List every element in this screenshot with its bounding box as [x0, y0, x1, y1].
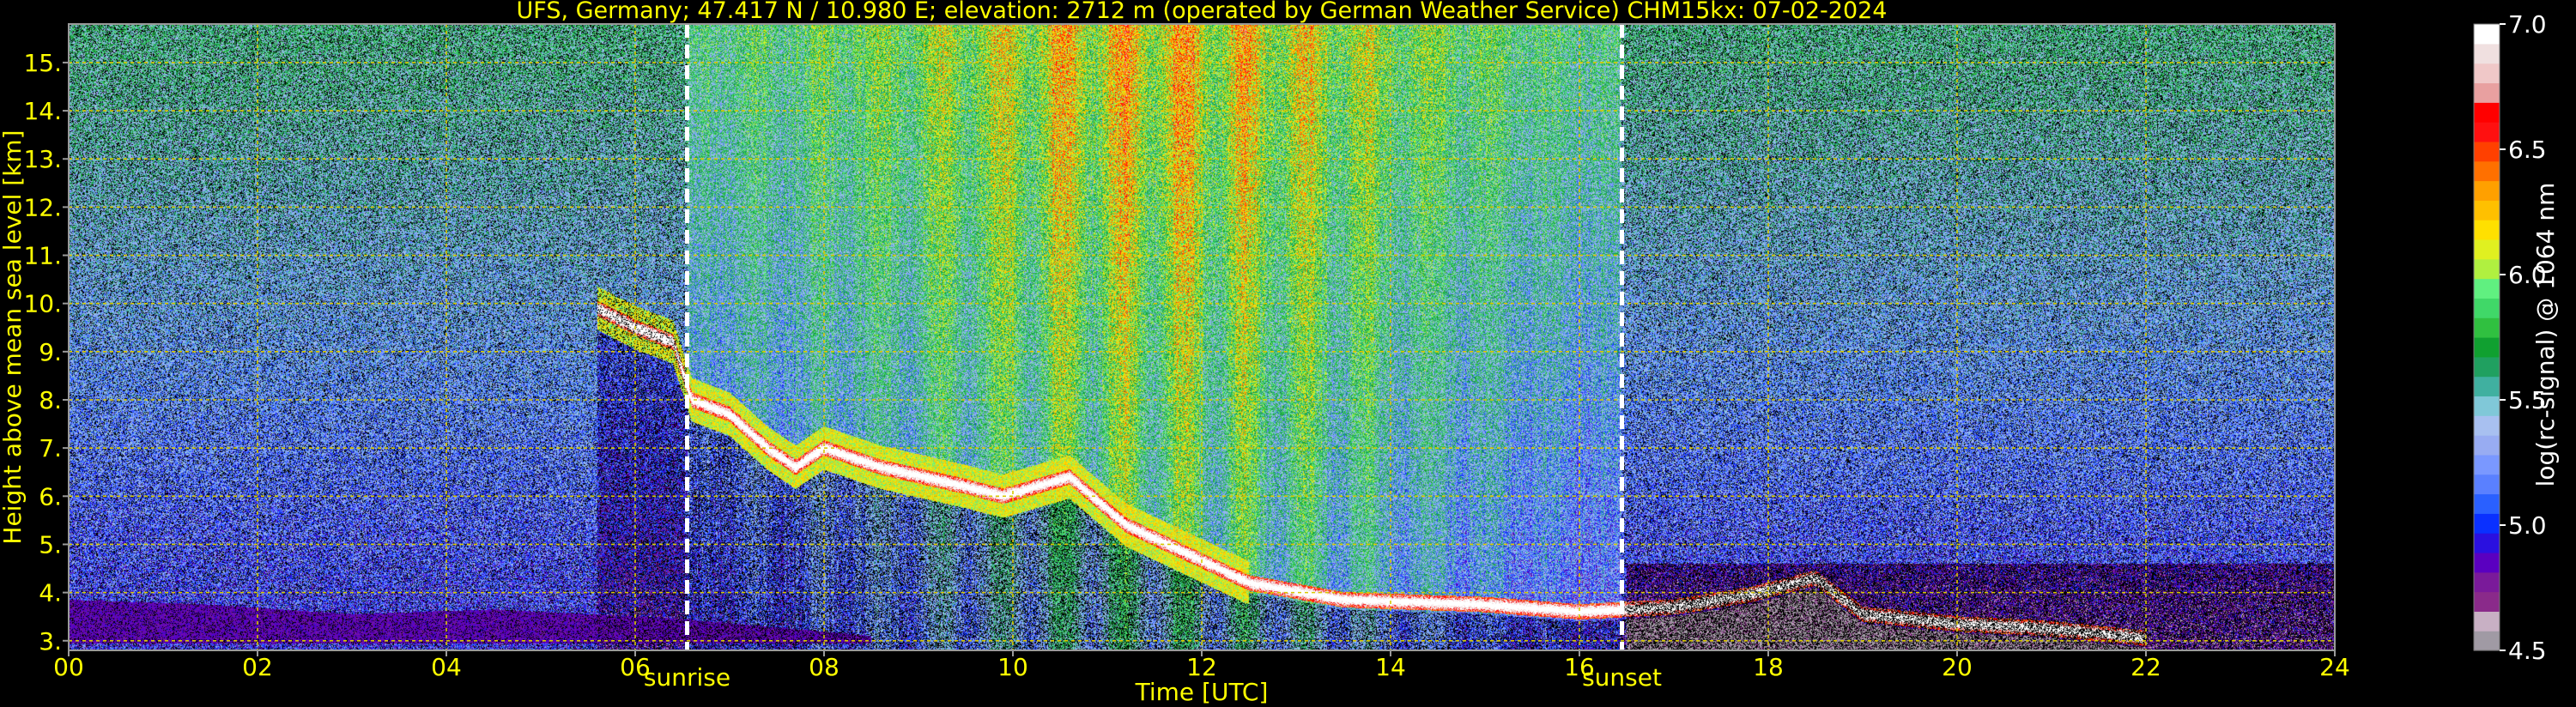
colorbar-swatch: [2474, 454, 2500, 475]
x-tick-label: 14: [1375, 653, 1406, 681]
colorbar-tick-label: 7.0: [2508, 10, 2547, 39]
colorbar-tick-label: 6.5: [2508, 136, 2547, 164]
x-tick-label: 04: [431, 653, 462, 681]
colorbar-swatch: [2474, 317, 2500, 338]
grid-lines: [68, 24, 2336, 650]
y-tick-label: 11.: [23, 242, 62, 270]
y-tick-label: 8.: [39, 386, 62, 414]
y-tick-label: 3.: [39, 627, 62, 656]
x-axis-label: Time [UTC]: [1135, 678, 1269, 706]
x-tick-label: 16: [1564, 653, 1595, 681]
colorbar-swatch: [2474, 611, 2500, 631]
colorbar-swatch: [2474, 552, 2500, 573]
colorbar-swatch: [2474, 180, 2500, 201]
sunrise-label: sunrise: [644, 663, 730, 692]
colorbar-swatch: [2474, 493, 2500, 514]
x-tick-label: 18: [1753, 653, 1784, 681]
y-axis-label: Height above mean sea level [km]: [0, 130, 27, 544]
x-tick-label: 20: [1942, 653, 1973, 681]
x-tick-label: 02: [242, 653, 273, 681]
colorbar-tick-label: 5.0: [2508, 511, 2547, 540]
event-markers: sunrise sunset: [644, 24, 1662, 692]
y-tick-label: 6.: [39, 482, 62, 511]
colorbar-swatch: [2474, 239, 2500, 260]
y-tick-label: 14.: [23, 97, 62, 125]
colorbar-swatch: [2474, 513, 2500, 534]
x-tick-label: 00: [53, 653, 84, 681]
chart-title: UFS, Germany; 47.417 N / 10.980 E; eleva…: [517, 0, 1888, 24]
ceilometer-chart: sunrise sunset 00 02 04 06 08 10 12 14 16 18 20 22 24…: [0, 0, 2560, 706]
y-tick-label: 9.: [39, 338, 62, 366]
colorbar-swatch: [2474, 591, 2500, 612]
colorbar-swatch: [2474, 102, 2500, 123]
colorbar-swatch: [2474, 356, 2500, 378]
colorbar-swatch: [2474, 24, 2500, 45]
y-tick-label: 4.: [39, 579, 62, 607]
x-tick-label: 10: [997, 653, 1028, 681]
colorbar-swatch: [2474, 122, 2500, 142]
colorbar-swatch: [2474, 200, 2500, 221]
colorbar-swatch: [2474, 141, 2500, 162]
colorbar-swatch: [2474, 298, 2500, 318]
colorbar-swatch: [2474, 435, 2500, 456]
colorbar-swatch: [2474, 533, 2500, 553]
y-tick-label: 15.: [23, 49, 62, 77]
colorbar-swatch: [2474, 474, 2500, 495]
x-tick-label: 08: [809, 653, 839, 681]
colorbar-tick-label: 4.5: [2508, 637, 2547, 665]
y-tick-label: 7.: [39, 434, 62, 462]
x-axis-ticks: 00 02 04 06 08 10 12 14 16 18 20 22 24: [53, 650, 2350, 681]
colorbar-swatch: [2474, 43, 2500, 64]
colorbar-swatch: [2474, 278, 2500, 299]
y-tick-label: 10.: [23, 290, 62, 318]
x-tick-label: 06: [620, 653, 651, 681]
colorbar-swatch: [2474, 396, 2500, 416]
colorbar-swatch: [2474, 220, 2500, 240]
colorbar-swatch: [2474, 63, 2500, 84]
x-tick-label: 22: [2131, 653, 2161, 681]
y-tick-label: 13.: [23, 145, 62, 173]
colorbar-swatch: [2474, 160, 2500, 182]
y-tick-label: 12.: [23, 193, 62, 221]
y-tick-label: 5.: [39, 530, 62, 559]
colorbar-swatch: [2474, 337, 2500, 358]
colorbar-swatch: [2474, 415, 2500, 436]
colorbar-swatch: [2474, 571, 2500, 593]
y-axis-ticks: 3. 4. 5. 6. 7. 8. 9. 10. 11. 12. 13. 14. 15.: [23, 49, 69, 656]
colorbar-swatch: [2474, 82, 2500, 103]
plot-frame: [68, 23, 2336, 651]
colorbar-swatch: [2474, 631, 2500, 651]
x-tick-label: 24: [2319, 653, 2350, 681]
colorbar-swatch: [2474, 258, 2500, 280]
colorbar-label: log(rc-signal) @ 1064 nm: [2531, 183, 2560, 487]
colorbar-swatch: [2474, 376, 2500, 397]
